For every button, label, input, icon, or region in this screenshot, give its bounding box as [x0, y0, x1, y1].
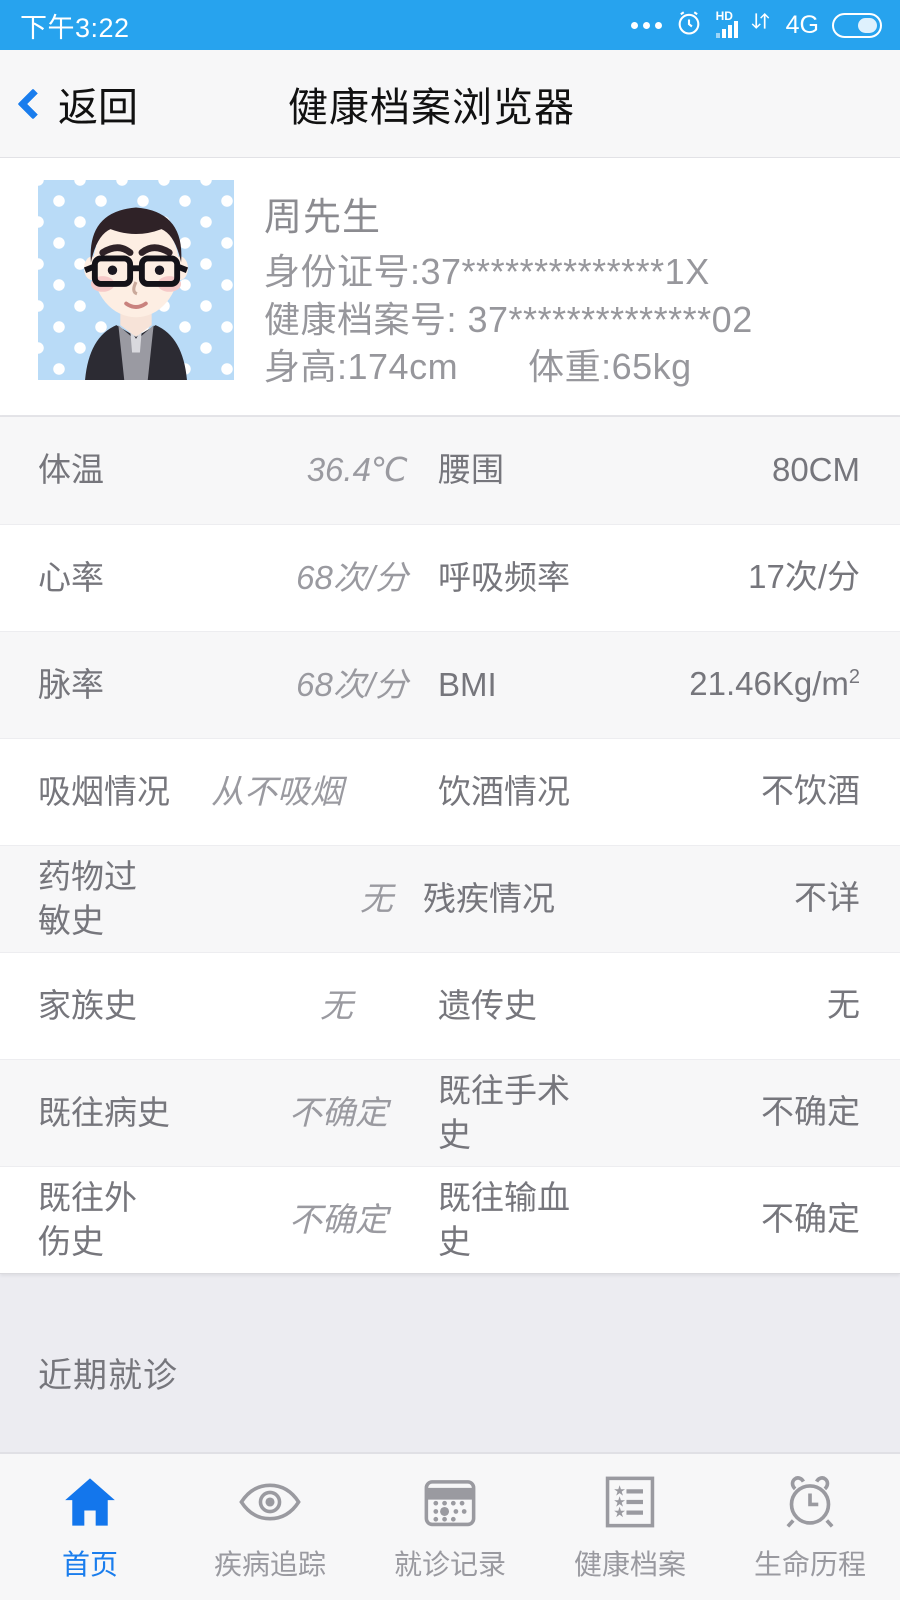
row-label-2: 遗传史: [438, 986, 537, 1024]
row-value-2: 无: [827, 986, 860, 1024]
row-label-1: 脉率: [38, 665, 104, 703]
table-row[interactable]: 体温 36.4℃ 腰围 80CM: [0, 416, 900, 524]
row-value-2: 不确定: [761, 1200, 860, 1238]
row-value-1: 不确定: [289, 1200, 388, 1238]
patient-weight: 体重:65kg: [528, 346, 692, 388]
row-label-2: 残疾情况: [423, 879, 555, 917]
tab-life-journey-label: 生命历程: [753, 1549, 866, 1580]
patient-body-metrics: 身高:174cm 体重:65kg: [264, 343, 753, 391]
row-value-2: 不饮酒: [761, 772, 860, 810]
table-row[interactable]: 既往外伤史 不确定 既往输血史 不确定: [0, 1165, 900, 1273]
tab-disease-tracking[interactable]: 疾病追踪: [180, 1471, 360, 1583]
table-row[interactable]: 脉率 68次/分 BMI 21.46Kg/m2: [0, 630, 900, 738]
tab-health-record-label: 健康档案: [573, 1549, 686, 1580]
hd-label: HD: [715, 9, 733, 23]
row-label-2: 呼吸频率: [438, 558, 570, 596]
row-label-1: 体温: [38, 451, 104, 489]
user-avatar-cartoon: [38, 180, 234, 380]
chevron-left-icon: [17, 87, 49, 120]
row-value-1: 从不吸烟: [211, 772, 343, 810]
bmi-value-sup: 2: [848, 666, 860, 689]
row-value-1: 36.4℃: [306, 451, 408, 489]
row-value-2: 80CM: [771, 450, 860, 488]
tab-life-journey[interactable]: 生命历程: [720, 1471, 900, 1583]
svg-text:★: ★: [613, 1505, 626, 1521]
table-row[interactable]: 家族史 无 遗传史 无: [0, 951, 900, 1059]
home-icon: [61, 1471, 119, 1533]
app-header: 返回 健康档案浏览器: [0, 50, 900, 158]
recent-visits-title: 近期就诊: [38, 1356, 178, 1395]
tab-health-record[interactable]: ★ ★ ★ 健康档案: [540, 1471, 720, 1583]
alarm-clock-icon: [675, 9, 703, 42]
status-icons: HD 4G: [630, 9, 882, 42]
table-row[interactable]: 心率 68次/分 呼吸频率 17次/分: [0, 523, 900, 631]
table-row[interactable]: 既往病史 不确定 既往手术史 不确定: [0, 1058, 900, 1166]
list-star-icon: ★ ★ ★: [605, 1471, 655, 1533]
bmi-value-unit: m: [821, 665, 849, 703]
row-label-1: 药物过敏史: [38, 858, 137, 939]
row-label-1: 既往外伤史: [38, 1179, 137, 1260]
tab-home[interactable]: 首页: [0, 1471, 180, 1583]
row-label-1: 心率: [38, 558, 104, 596]
recent-visits-section: 近期就诊: [0, 1274, 900, 1433]
row-label-1: 家族史: [38, 986, 137, 1024]
row-label-1: 吸烟情况: [38, 772, 170, 810]
row-label-2: 既往输血史: [438, 1179, 570, 1260]
row-value-1: 无: [360, 879, 393, 917]
more-dots-icon: [630, 21, 662, 29]
row-value-2: 17次/分: [748, 558, 860, 596]
tab-visit-records[interactable]: 就诊记录: [360, 1471, 540, 1583]
row-value-1: 68次/分: [296, 558, 408, 596]
row-label-2: 腰围: [438, 451, 504, 489]
patient-name: 周先生: [264, 197, 382, 239]
back-label: 返回: [58, 85, 138, 130]
patient-id-number: 身份证号:37**************1X: [264, 251, 710, 292]
health-record-number: 健康档案号: 37**************02: [264, 298, 753, 340]
bmi-value-main: 21.46Kg/: [689, 665, 822, 703]
table-row[interactable]: 吸烟情况 从不吸烟 饮酒情况 不饮酒: [0, 737, 900, 845]
signal-bars-icon: HD: [715, 9, 738, 38]
calendar-icon: [424, 1471, 476, 1533]
eye-icon: [239, 1471, 301, 1533]
row-value-2: 不确定: [761, 1093, 860, 1131]
row-value-1: 68次/分: [296, 665, 408, 703]
table-row[interactable]: 药物过敏史 无 残疾情况 不详: [0, 844, 900, 952]
tab-home-label: 首页: [61, 1549, 118, 1580]
page-title: 健康档案浏览器: [288, 85, 575, 130]
vitals-table: 体温 36.4℃ 腰围 80CM 心率 68次/分 呼吸频率 17次/分 脉率 …: [0, 415, 900, 1274]
status-bar: 下午3:22 HD 4G: [0, 0, 900, 50]
row-label-1: 既往病史: [38, 1093, 170, 1131]
back-button[interactable]: 返回: [0, 75, 138, 133]
row-label-2: 既往手术史: [438, 1072, 570, 1153]
data-transfer-icon: [751, 10, 773, 41]
row-value-1: 无: [320, 986, 353, 1024]
row-value-2: 21.46Kg/m2: [635, 663, 900, 706]
tab-disease-tracking-label: 疾病追踪: [213, 1549, 326, 1580]
profile-section: 周先生 身份证号:37**************1X 健康档案号: 37***…: [0, 158, 900, 416]
status-time: 下午3:22: [20, 12, 130, 43]
profile-info: 周先生 身份证号:37**************1X 健康档案号: 37***…: [264, 180, 753, 391]
row-value-2: 不详: [794, 879, 860, 917]
row-label-2: 饮酒情况: [438, 772, 570, 810]
battery-icon: [832, 12, 882, 38]
bottom-navigation: 首页 疾病追踪 就诊记录 ★ ★ ★ 健康档案 生命历程: [0, 1452, 900, 1600]
alarm-icon: [782, 1471, 838, 1533]
row-value-1: 不确定: [289, 1093, 388, 1131]
network-label: 4G: [785, 10, 819, 39]
row-label-2: BMI: [438, 665, 497, 703]
tab-visit-records-label: 就诊记录: [393, 1549, 506, 1580]
patient-height: 身高:174cm: [264, 346, 459, 388]
